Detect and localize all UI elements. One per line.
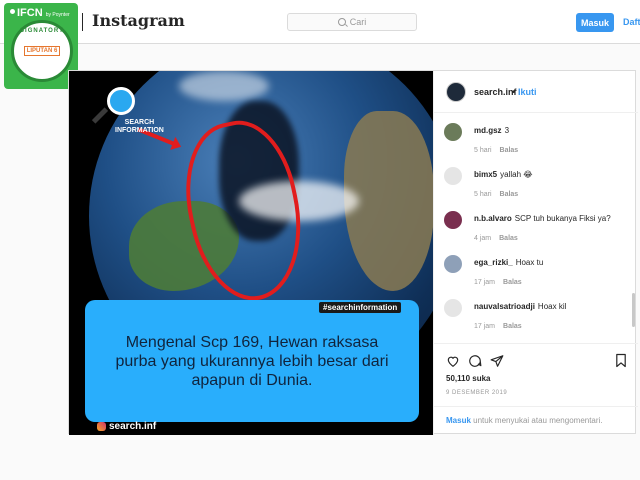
login-button[interactable]: Masuk xyxy=(576,13,614,32)
search-placeholder: Cari xyxy=(349,17,367,27)
post-image[interactable]: SEARCH INFORMATION Mengenal Scp 169, Hew… xyxy=(69,71,433,435)
comment-list[interactable]: md.gsz 3 5 hari Balas bimx5 yallah 😂 5 hari… xyxy=(434,121,638,341)
comment-text: Hoax tu xyxy=(515,258,544,267)
separator-dot: • xyxy=(512,87,516,97)
magnifier-icon xyxy=(107,87,135,115)
liputan6-logo: LIPUTAN 6 xyxy=(23,46,61,56)
top-navbar: Instagram Cari Masuk Daftar xyxy=(0,0,640,44)
comment-text: Hoax kil xyxy=(537,302,567,311)
search-input[interactable]: Cari xyxy=(287,13,417,31)
image-caption: Mengenal Scp 169, Hewan raksasa purba ya… xyxy=(115,333,389,389)
comment-username[interactable]: md.gsz xyxy=(474,126,502,135)
comment-avatar[interactable] xyxy=(444,123,462,141)
comment-username[interactable]: bimx5 xyxy=(474,170,497,179)
comment-avatar[interactable] xyxy=(444,167,462,185)
ifcn-logo: IFCN by Poynter xyxy=(10,7,70,19)
comment-avatar[interactable] xyxy=(444,211,462,229)
search-icon xyxy=(337,18,346,26)
comment-icon[interactable] xyxy=(468,354,482,368)
search-information-label: SEARCH INFORMATION xyxy=(115,119,164,134)
follow-button[interactable]: Ikuti xyxy=(518,87,537,97)
login-prompt-text: untuk menyukai atau mengomentari. xyxy=(473,416,603,425)
post-actions: 50,110 suka 9 DESEMBER 2019 Masuk untuk … xyxy=(434,343,638,435)
comment-time: 5 hari xyxy=(474,147,492,154)
comment-item: md.gsz 3 5 hari Balas xyxy=(444,121,630,161)
share-icon[interactable] xyxy=(490,354,504,368)
comments-scrollbar[interactable] xyxy=(632,293,635,327)
comment-time: 4 jam xyxy=(474,235,492,242)
comment-text: yallah 😂 xyxy=(500,170,533,179)
reply-button[interactable]: Balas xyxy=(500,147,519,154)
post-date[interactable]: 9 DESEMBER 2019 xyxy=(446,390,507,396)
image-handle: search.inf xyxy=(97,421,156,432)
heart-icon[interactable] xyxy=(446,354,460,368)
post-header: search.inf • Ikuti xyxy=(434,71,638,113)
reply-button[interactable]: Balas xyxy=(500,191,519,198)
like-count[interactable]: 50,110 suka xyxy=(446,374,490,383)
ifcn-signatory-badge: IFCN by Poynter SIGNATORY LIPUTAN 6 xyxy=(4,3,78,89)
caption-box: Mengenal Scp 169, Hewan raksasa purba ya… xyxy=(85,300,419,422)
comment-avatar[interactable] xyxy=(444,255,462,273)
comment-username[interactable]: nauvalsatrioadji xyxy=(474,302,535,311)
post-card: SEARCH INFORMATION Mengenal Scp 169, Hew… xyxy=(68,70,638,435)
signatory-seal: SIGNATORY LIPUTAN 6 xyxy=(11,20,73,82)
comment-item: n.b.alvaro SCP tuh bukanya Fiksi ya? 4 ja… xyxy=(444,209,630,249)
instagram-mini-icon xyxy=(97,422,106,431)
comment-item: nauvalsatrioadji Hoax kil 17 jam Balas xyxy=(444,297,630,337)
comment-item: bimx5 yallah 😂 5 hari Balas xyxy=(444,165,630,205)
comment-time: 17 jam xyxy=(474,279,496,286)
comment-text: 3 xyxy=(504,126,510,135)
reply-button[interactable]: Balas xyxy=(503,323,522,330)
comment-username[interactable]: ega_rizki_ xyxy=(474,258,513,267)
comment-avatar[interactable] xyxy=(444,299,462,317)
signup-link[interactable]: Daftar xyxy=(623,17,640,27)
nav-divider xyxy=(82,13,83,31)
post-sidebar: search.inf • Ikuti md.gsz 3 5 hari Balas b… xyxy=(433,71,638,435)
signatory-label: SIGNATORY xyxy=(20,28,64,34)
hashtag-label: #searchinformation xyxy=(319,302,402,313)
comment-username[interactable]: n.b.alvaro xyxy=(474,214,512,223)
instagram-wordmark[interactable]: Instagram xyxy=(92,11,185,30)
reply-button[interactable]: Balas xyxy=(499,235,518,242)
comment-text: SCP tuh bukanya Fiksi ya? xyxy=(514,214,611,223)
author-username[interactable]: search.inf xyxy=(474,87,517,97)
bookmark-icon[interactable] xyxy=(615,353,627,368)
login-prompt: Masuk untuk menyukai atau mengomentari. xyxy=(434,406,638,436)
comment-item: ega_rizki_ Hoax tu 17 jam Balas xyxy=(444,253,630,293)
login-prompt-link[interactable]: Masuk xyxy=(446,416,471,425)
comment-time: 5 hari xyxy=(474,191,492,198)
comment-time: 17 jam xyxy=(474,323,496,330)
author-avatar[interactable] xyxy=(446,82,466,102)
reply-button[interactable]: Balas xyxy=(503,279,522,286)
